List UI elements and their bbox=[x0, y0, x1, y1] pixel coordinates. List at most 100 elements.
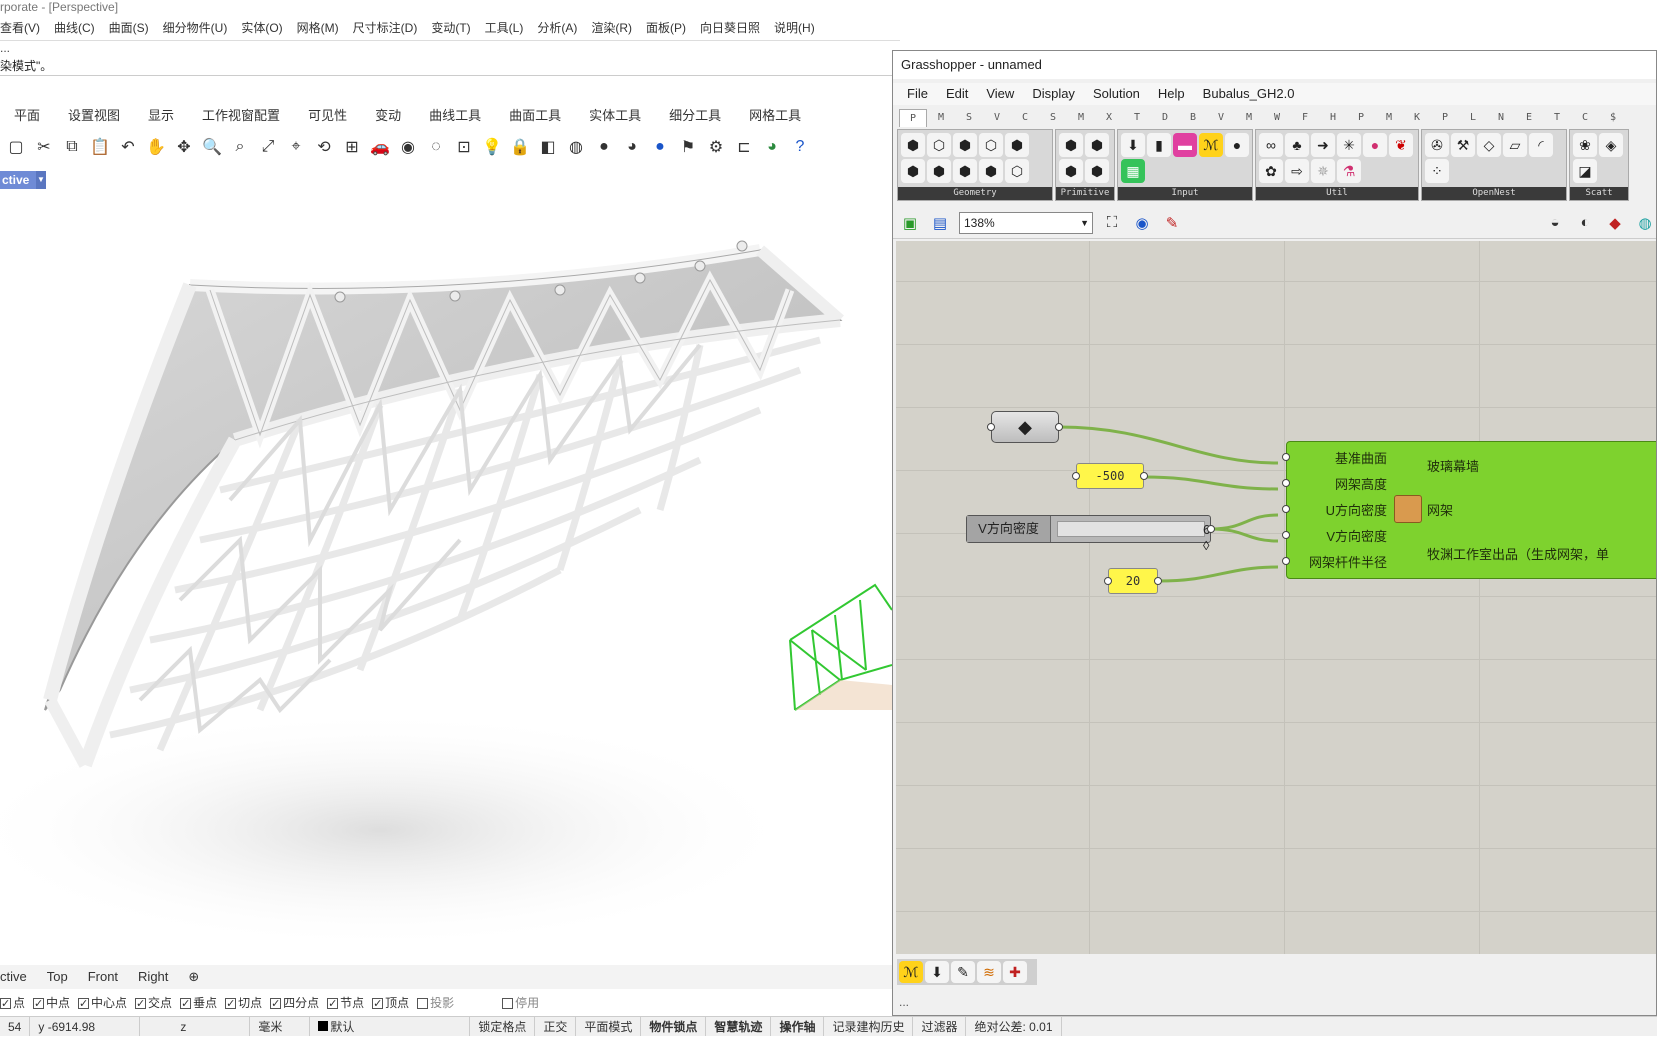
preview-eye-icon[interactable]: ◉ bbox=[1131, 212, 1153, 234]
gh-tab[interactable]: M bbox=[1235, 109, 1263, 127]
input-port[interactable] bbox=[1072, 472, 1080, 480]
graph-mapper-icon[interactable]: ℳ bbox=[899, 961, 923, 983]
cube-icon[interactable]: ◪ bbox=[1573, 159, 1597, 183]
menu-mesh[interactable]: 网格(M) bbox=[297, 17, 339, 39]
grid-icon[interactable]: ⁘ bbox=[1425, 159, 1449, 183]
tag-icon[interactable]: ◇ bbox=[1477, 133, 1501, 157]
menu-tools[interactable]: 工具(L) bbox=[485, 17, 524, 39]
gh-tab[interactable]: H bbox=[1319, 109, 1347, 127]
output-port[interactable] bbox=[1055, 423, 1063, 431]
new-icon[interactable]: ▢ bbox=[4, 135, 28, 159]
output-port[interactable] bbox=[1154, 577, 1162, 585]
car-icon[interactable]: 🚗 bbox=[368, 135, 392, 159]
gh-tab[interactable]: K bbox=[1403, 109, 1431, 127]
panel-height-value[interactable]: -500 bbox=[1076, 463, 1144, 489]
plane-icon[interactable]: ▱ bbox=[1503, 133, 1527, 157]
gh-tab[interactable]: W bbox=[1263, 109, 1291, 127]
checkbox-icon[interactable] bbox=[327, 995, 339, 1013]
gh-tab[interactable]: M bbox=[1067, 109, 1095, 127]
zoom-window-icon[interactable]: ⌕ bbox=[228, 135, 252, 159]
hex-icon[interactable]: ⬢ bbox=[901, 133, 925, 157]
pan-icon[interactable]: ✋ bbox=[144, 135, 168, 159]
gh-tab[interactable]: X bbox=[1095, 109, 1123, 127]
arrow-icon[interactable]: ➜ bbox=[1311, 133, 1335, 157]
hex-icon[interactable]: ⬡ bbox=[927, 133, 951, 157]
gumball-toggle[interactable]: 操作轴 bbox=[771, 1017, 825, 1036]
checkbox-icon[interactable] bbox=[0, 995, 11, 1013]
lock-icon[interactable]: 🔒 bbox=[508, 135, 532, 159]
tab-set-view[interactable]: 设置视图 bbox=[54, 104, 134, 128]
tab-subd-tools[interactable]: 细分工具 bbox=[655, 104, 735, 128]
gh-tab[interactable]: S bbox=[955, 109, 983, 127]
hex-icon[interactable]: ⬢ bbox=[1059, 133, 1083, 157]
surface-param-node[interactable]: ◆ bbox=[991, 411, 1059, 443]
ortho-toggle[interactable]: 正交 bbox=[535, 1017, 577, 1036]
grasshopper-window[interactable]: Grasshopper - unnamed File Edit View Dis… bbox=[892, 50, 1657, 1016]
gh-canvas[interactable]: ◆ -500 V方向密度 6 ◊ 20 基准曲面 网架高度 U方向密度 V方向密… bbox=[896, 241, 1656, 954]
circle-icon[interactable]: ◌ bbox=[424, 135, 448, 159]
bake-icon[interactable]: ⬇ bbox=[925, 961, 949, 983]
gh-tab[interactable]: M bbox=[1375, 109, 1403, 127]
flag-icon[interactable]: ⚑ bbox=[676, 135, 700, 159]
help-icon[interactable]: ? bbox=[788, 135, 812, 159]
gh-tab-params[interactable]: P bbox=[899, 109, 927, 127]
v-density-slider[interactable]: V方向密度 6 ◊ bbox=[966, 515, 1211, 553]
hex-icon[interactable]: ⬢ bbox=[979, 159, 1003, 183]
menu-analyze[interactable]: 分析(A) bbox=[537, 17, 577, 39]
gh-tab[interactable]: E bbox=[1515, 109, 1543, 127]
gh-tab[interactable]: C bbox=[1571, 109, 1599, 127]
gh-tab[interactable]: S bbox=[1039, 109, 1067, 127]
menu-sunlight[interactable]: 向日葵日照 bbox=[700, 17, 760, 39]
snap-icon[interactable]: ⊡ bbox=[452, 135, 476, 159]
gh-tab[interactable]: N bbox=[1487, 109, 1515, 127]
panel-radius-value[interactable]: 20 bbox=[1108, 568, 1158, 594]
open-file-icon[interactable]: ▣ bbox=[899, 212, 921, 234]
paw-icon[interactable]: ❀ bbox=[1573, 133, 1597, 157]
color-wheel-icon[interactable]: ◍ bbox=[564, 135, 588, 159]
checkbox-icon[interactable] bbox=[78, 995, 90, 1013]
current-layer[interactable]: 默认 bbox=[310, 1017, 471, 1036]
wireframe-preview-icon[interactable]: ◒ bbox=[1544, 212, 1566, 234]
tab-transform[interactable]: 变动 bbox=[361, 104, 415, 128]
menu-dimension[interactable]: 尺寸标注(D) bbox=[353, 17, 418, 39]
sphere-dark-icon[interactable]: ◕ bbox=[620, 135, 644, 159]
input-port[interactable] bbox=[1282, 505, 1290, 513]
tab-solid-tools[interactable]: 实体工具 bbox=[575, 104, 655, 128]
sphere-icon[interactable]: ● bbox=[1363, 133, 1387, 157]
hex-icon[interactable]: ⬢ bbox=[1085, 133, 1109, 157]
osnap-tangent[interactable]: 切点 bbox=[225, 994, 262, 1013]
sphere-grey-icon[interactable]: ● bbox=[592, 135, 616, 159]
tab-top[interactable]: Top bbox=[47, 965, 68, 989]
gh-tab[interactable]: $ bbox=[1599, 109, 1627, 127]
space-frame-cluster[interactable]: 基准曲面 网架高度 U方向密度 V方向密度 网架杆件半径 玻璃幕墙 网架 牧渊工… bbox=[1282, 441, 1656, 579]
pen-icon[interactable]: ✎ bbox=[951, 961, 975, 983]
paste-icon[interactable]: 📋 bbox=[88, 135, 112, 159]
hex-icon[interactable]: ⬢ bbox=[953, 159, 977, 183]
hex-icon[interactable]: ⬡ bbox=[979, 133, 1003, 157]
hex-icon[interactable]: ⬡ bbox=[1005, 159, 1029, 183]
globe-icon[interactable]: ◕ bbox=[760, 135, 784, 159]
gh-tab[interactable]: T bbox=[1123, 109, 1151, 127]
panel-icon[interactable]: ● bbox=[1225, 133, 1249, 157]
osnap-intersection[interactable]: 交点 bbox=[135, 994, 172, 1013]
command-prompt[interactable]: 染模式"。 bbox=[0, 57, 52, 74]
output-port[interactable] bbox=[1140, 472, 1148, 480]
hex-icon[interactable]: ⬢ bbox=[1059, 159, 1083, 183]
scatter-icon[interactable]: ✳ bbox=[1337, 133, 1361, 157]
fan-icon[interactable]: ✇ bbox=[1425, 133, 1449, 157]
checkbox-icon[interactable] bbox=[225, 995, 237, 1013]
planar-toggle[interactable]: 平面模式 bbox=[576, 1017, 642, 1036]
tab-perspective[interactable]: ctive bbox=[0, 965, 27, 989]
chevron-down-icon[interactable]: ▼ bbox=[36, 171, 46, 189]
undo-icon[interactable]: ↶ bbox=[116, 135, 140, 159]
sphere-blue-icon[interactable]: ● bbox=[648, 135, 672, 159]
tab-visibility[interactable]: 可见性 bbox=[294, 104, 361, 128]
gh-tab[interactable]: D bbox=[1151, 109, 1179, 127]
gear-icon[interactable]: ⚙ bbox=[704, 135, 728, 159]
menu-subd[interactable]: 细分物件(U) bbox=[163, 17, 228, 39]
zoom-selected-icon[interactable]: ⌖ bbox=[284, 135, 308, 159]
osnap-vertex[interactable]: 顶点 bbox=[372, 994, 409, 1013]
save-icon[interactable]: ▤ bbox=[929, 212, 951, 234]
gh-tab[interactable]: P bbox=[1431, 109, 1459, 127]
menu-curve[interactable]: 曲线(C) bbox=[54, 17, 95, 39]
